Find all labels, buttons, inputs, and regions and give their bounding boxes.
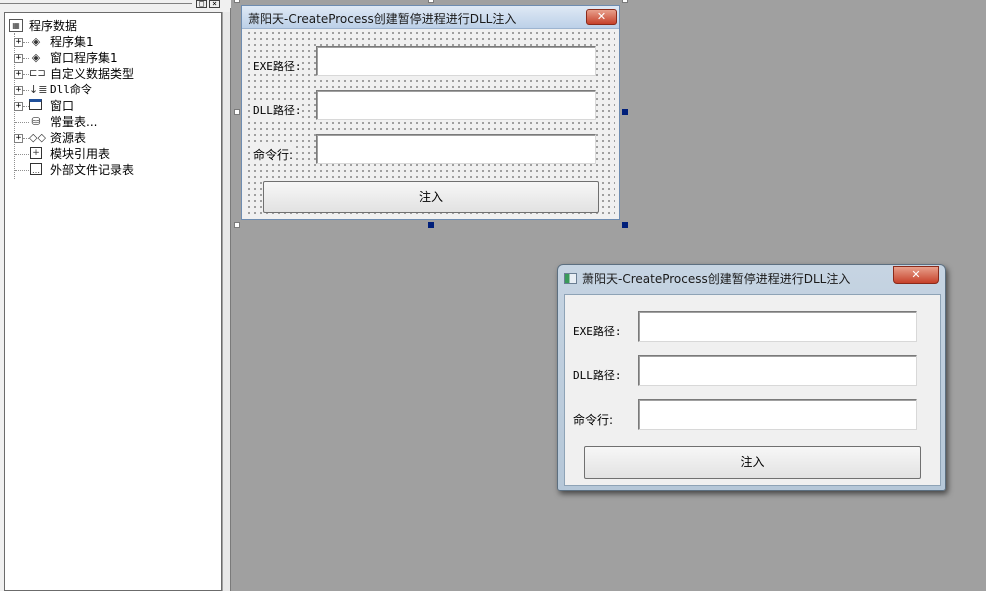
window-assembly-icon: ◈: [31, 51, 41, 64]
command-line-label: 命令行:: [573, 411, 614, 428]
resize-handle[interactable]: [428, 222, 434, 228]
tree-item-windows[interactable]: + 窗口: [5, 98, 215, 114]
runtime-window-client: EXE路径: DLL路径: 命令行: 注入: [564, 294, 941, 486]
expand-icon[interactable]: +: [14, 86, 23, 95]
runtime-window[interactable]: 萧阳天-CreateProcess创建暂停进程进行DLL注入 ✕ EXE路径: …: [557, 264, 946, 491]
resize-handle[interactable]: [234, 0, 240, 3]
resource-table-icon: ◇◇: [29, 131, 46, 144]
runtime-window-close-button[interactable]: ✕: [893, 266, 939, 284]
exe-path-label: EXE路径:: [573, 323, 622, 339]
panel-grip: [0, 3, 192, 4]
tree-item-label: 常量表...: [50, 115, 98, 129]
tree-scrollbar[interactable]: [222, 12, 230, 591]
resize-handle[interactable]: [622, 0, 628, 3]
command-line-input[interactable]: [316, 134, 596, 164]
tree-item-label: 外部文件记录表: [50, 163, 135, 177]
dll-path-input[interactable]: [316, 90, 596, 120]
tree-item-label: 窗口程序集1: [50, 51, 118, 65]
tree-root-label: 程序数据: [29, 19, 78, 33]
module-reference-icon: +: [30, 147, 42, 159]
expand-icon[interactable]: +: [14, 134, 23, 143]
inject-button[interactable]: 注入: [584, 446, 921, 479]
command-line-label: 命令行:: [253, 146, 294, 163]
close-panel-button[interactable]: ×: [209, 0, 220, 8]
tree-item-label: Dll命令: [50, 83, 92, 96]
resize-handle[interactable]: [428, 0, 434, 3]
tree-item-custom-data-types[interactable]: + ⊏⊐ 自定义数据类型: [5, 66, 215, 82]
design-form-title: 萧阳天-CreateProcess创建暂停进程进行DLL注入: [248, 12, 517, 26]
app-icon: [564, 273, 577, 284]
tree-item-label: 窗口: [50, 99, 75, 113]
design-form-close-button[interactable]: ✕: [586, 9, 617, 25]
design-form-titlebar[interactable]: 萧阳天-CreateProcess创建暂停进程进行DLL注入 ✕: [242, 6, 619, 29]
assembly-icon: ◈: [31, 35, 41, 48]
dll-path-label: DLL路径:: [573, 367, 622, 383]
tree-item-constant-table[interactable]: ⛁ 常量表...: [5, 114, 215, 130]
external-file-icon: …: [30, 163, 42, 175]
resize-handle[interactable]: [622, 222, 628, 228]
tree-item-label: 自定义数据类型: [50, 67, 135, 81]
resize-handle[interactable]: [234, 222, 240, 228]
tree-item-resource-table[interactable]: + ◇◇ 资源表: [5, 130, 215, 146]
design-form[interactable]: 萧阳天-CreateProcess创建暂停进程进行DLL注入 ✕ EXE路径: …: [241, 5, 620, 220]
runtime-window-titlebar[interactable]: 萧阳天-CreateProcess创建暂停进程进行DLL注入: [564, 270, 850, 287]
window-icon: [29, 99, 42, 110]
expand-icon[interactable]: +: [14, 70, 23, 79]
command-line-input[interactable]: [638, 399, 917, 430]
dll-path-label: DLL路径:: [253, 102, 302, 118]
exe-path-input[interactable]: [316, 46, 596, 76]
tree-item-external-files[interactable]: … 外部文件记录表: [5, 162, 215, 178]
exe-path-input[interactable]: [638, 311, 917, 342]
panel-header: □ ×: [0, 0, 231, 8]
pin-panel-button[interactable]: □: [196, 0, 207, 8]
tree-item-module-references[interactable]: + 模块引用表: [5, 146, 215, 162]
tree-item-label: 资源表: [50, 131, 87, 145]
expand-icon[interactable]: +: [14, 102, 23, 111]
dll-path-input[interactable]: [638, 355, 917, 386]
expand-icon[interactable]: +: [14, 38, 23, 47]
design-form-grid[interactable]: EXE路径: DLL路径: 命令行: 注入: [246, 30, 615, 216]
program-data-panel: □ × ▦ 程序数据 + ◈ 程序集1 + ◈ 窗口程序集1 + ⊏⊐ 自定义数…: [0, 0, 231, 591]
constant-table-icon: ⛁: [31, 115, 41, 128]
expand-icon[interactable]: +: [14, 54, 23, 63]
resize-handle[interactable]: [234, 109, 240, 115]
program-tree[interactable]: ▦ 程序数据 + ◈ 程序集1 + ◈ 窗口程序集1 + ⊏⊐ 自定义数据类型 …: [4, 12, 222, 591]
tree-item-label: 模块引用表: [50, 147, 111, 161]
dll-command-icon: ↓≣: [29, 83, 48, 96]
data-type-icon: ⊏⊐: [29, 68, 46, 79]
program-data-icon: ▦: [9, 19, 23, 32]
tree-item-dll-commands[interactable]: + ↓≣ Dll命令: [5, 82, 215, 98]
tree-item-assembly-1[interactable]: + ◈ 程序集1: [5, 34, 215, 50]
inject-button[interactable]: 注入: [263, 181, 599, 213]
runtime-window-title: 萧阳天-CreateProcess创建暂停进程进行DLL注入: [582, 272, 851, 286]
tree-item-label: 程序集1: [50, 35, 94, 49]
tree-item-window-assembly-1[interactable]: + ◈ 窗口程序集1: [5, 50, 215, 66]
resize-handle[interactable]: [622, 109, 628, 115]
exe-path-label: EXE路径:: [253, 58, 302, 74]
